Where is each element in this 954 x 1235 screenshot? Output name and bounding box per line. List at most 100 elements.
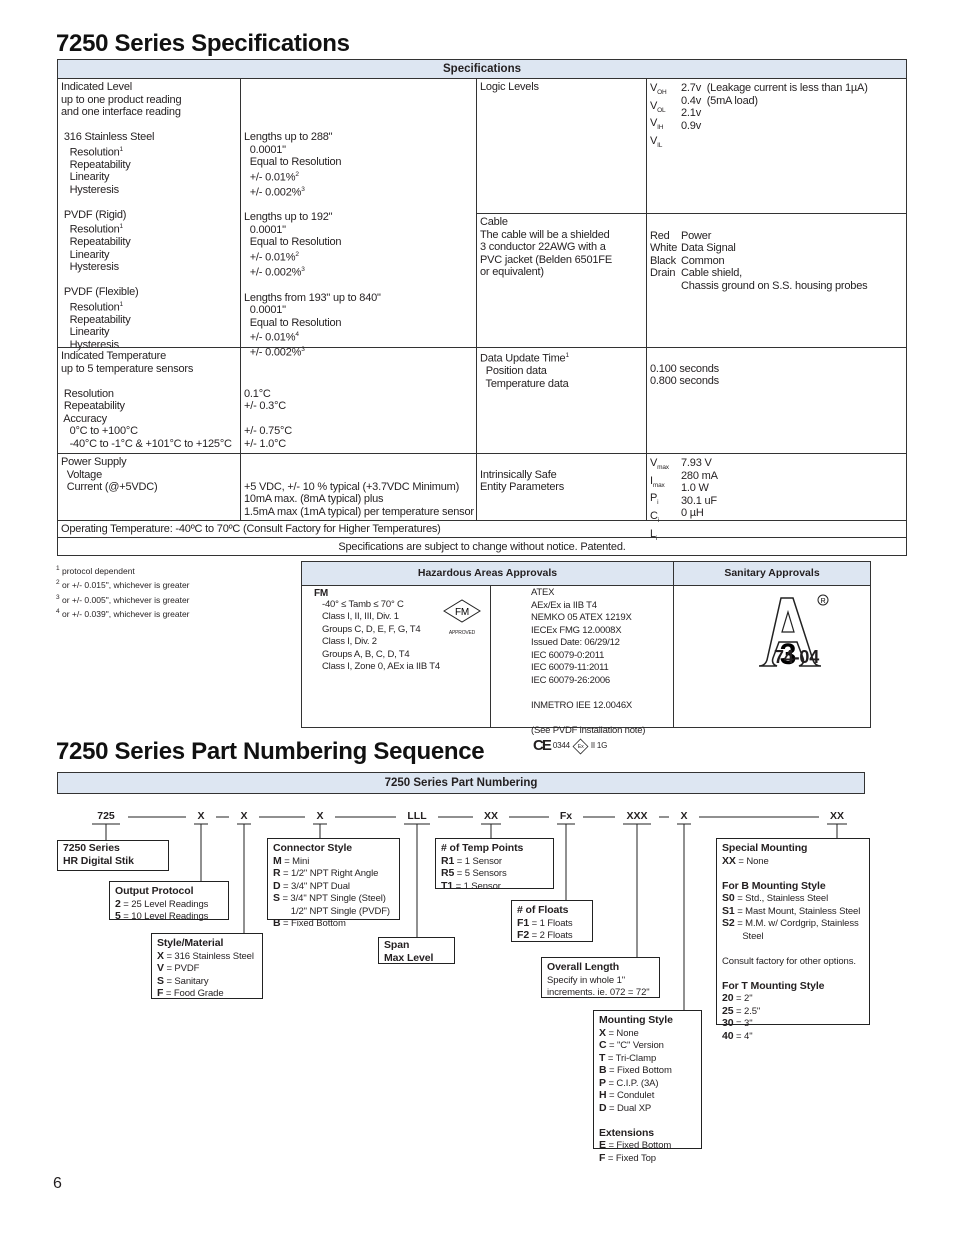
text-line: 2 = 25 Level Readings: [115, 898, 223, 912]
text-line: Steel: [722, 931, 864, 944]
text-line: Consult factory for other options.: [722, 956, 864, 969]
code-desc: = Food Grade: [163, 988, 224, 999]
code-segment: X: [680, 810, 688, 822]
text-line: 30 = 3": [722, 1018, 864, 1031]
text-line: B = Fixed Bottom: [599, 1065, 696, 1078]
text-line: X = None: [599, 1026, 696, 1041]
text-line: Connector Style: [273, 843, 394, 856]
code-desc: = 1 Sensor: [453, 880, 501, 892]
text-line: 40 = 4": [722, 1030, 864, 1044]
text-line: # of Temp Points: [441, 843, 548, 856]
code-segment: Fx: [559, 810, 573, 822]
box-overall-length: Overall Length Specify in whole 1" increme…: [541, 957, 660, 998]
box-connector-style: Connector Style M = Mini R = 1/2" NPT Righ…: [267, 838, 400, 929]
box-output-protocol: Output Protocol 2 = 25 Level Readings 5 = …: [109, 881, 229, 922]
text-line: C = "C" Version: [599, 1040, 696, 1053]
code-key: S0: [722, 892, 735, 904]
text-line: F = Fixed Top: [599, 1152, 696, 1166]
code-key: Overall Length: [547, 961, 620, 973]
code-key: Style/Material: [157, 937, 224, 949]
code-key: 25: [722, 1004, 734, 1017]
code-desc: = 2": [733, 993, 753, 1004]
code-desc: = Mini: [281, 855, 310, 867]
text-line: S = Sanitary: [157, 974, 257, 989]
code-desc: = 3/4" NPT Single (Steel): [279, 893, 386, 904]
code-desc: = None: [735, 855, 769, 867]
text-line: Style/Material: [157, 938, 257, 951]
code-key: Span: [384, 939, 410, 951]
text-line: [722, 943, 864, 956]
text-line: H = Condulet: [599, 1090, 696, 1103]
text-line: For B Mounting Style: [722, 880, 864, 894]
text-line: 1/2" NPT Single (PVDF): [273, 906, 394, 919]
code-segment: 725: [97, 810, 115, 822]
box-temp-points: # of Temp Points R1 = 1 Sensor R5 = 5 Sens…: [435, 838, 554, 892]
box-span: Span Max Level: [378, 937, 455, 964]
code-segment: XX: [829, 810, 845, 822]
code-key: P: [599, 1076, 606, 1089]
code-desc: Specify in whole 1": [547, 974, 626, 986]
text-line: Extensions: [599, 1127, 696, 1141]
code-desc: = 3/4" NPT Dual: [280, 880, 350, 892]
code-desc: = Fixed Top: [605, 1152, 656, 1164]
code-key: R5: [441, 867, 455, 879]
text-line: HR Digital Stik: [63, 854, 163, 869]
code-key: S: [157, 974, 164, 987]
code-desc: = 5 Sensors: [454, 868, 507, 879]
text-line: increments. ie. 072 = 72": [547, 987, 654, 1000]
code-key: # of Floats: [517, 904, 569, 916]
text-line: F2 = 2 Floats: [517, 930, 587, 943]
code-desc: = M.M. w/ Cordgrip, Stainless: [734, 918, 859, 929]
text-line: XX = None: [722, 855, 864, 869]
code-desc: = 1/2" NPT Right Angle: [280, 868, 379, 879]
code-key: HR Digital Stik: [63, 854, 134, 867]
text-line: X = 316 Stainless Steel: [157, 949, 257, 964]
code-desc: = Tri-Clamp: [605, 1052, 657, 1064]
code-segment: LLL: [407, 810, 427, 822]
box-special-mounting: Special Mounting XX = None For B Mounting …: [716, 838, 870, 1042]
code-key: For T Mounting Style: [722, 979, 825, 992]
part-number-connectors: [92, 816, 847, 1010]
code-key: # of Temp Points: [441, 842, 524, 854]
code-key: Max Level: [384, 951, 434, 964]
text-line: For T Mounting Style: [722, 979, 864, 994]
code-desc: increments. ie. 072 = 72": [547, 987, 650, 998]
code-desc: = Sanitary: [163, 975, 209, 987]
code-key: S: [273, 892, 280, 904]
code-desc: = 2 Floats: [529, 930, 573, 941]
code-segment: X: [240, 810, 248, 822]
text-line: R = 1/2" NPT Right Angle: [273, 868, 394, 881]
page-number: 6: [53, 1175, 62, 1192]
code-desc: = Std., Stainless Steel: [734, 893, 829, 904]
code-desc: = None: [605, 1027, 639, 1039]
code-key: X: [157, 949, 164, 962]
text-line: D = Dual XP: [599, 1102, 696, 1116]
code-desc: = Fixed Bottom: [606, 1065, 672, 1076]
text-line: Mounting Style: [599, 1015, 696, 1028]
text-line: F = Food Grade: [157, 988, 257, 1001]
text-line: S2 = M.M. w/ Cordgrip, Stainless: [722, 918, 864, 931]
code-key: Special Mounting: [722, 842, 808, 854]
code-key: 7250 Series: [63, 842, 120, 854]
code-desc: = 25 Level Readings: [120, 898, 209, 910]
code-segment: X: [197, 810, 205, 822]
text-line: E = Fixed Bottom: [599, 1140, 696, 1153]
code-desc: = 1 Sensor: [454, 855, 502, 867]
text-line: D = 3/4" NPT Dual: [273, 880, 394, 894]
text-line: B = Fixed Bottom: [273, 918, 394, 931]
text-line: Special Mounting: [722, 843, 864, 856]
code-segment: X: [316, 810, 324, 822]
code-segment: XX: [483, 810, 499, 822]
text-line: T1 = 1 Sensor: [441, 880, 548, 894]
code-desc: = 2.5": [733, 1005, 761, 1017]
text-line: 20 = 2": [722, 993, 864, 1006]
text-line: 25 = 2.5": [722, 1004, 864, 1019]
code-key: X: [599, 1026, 606, 1039]
text-line: P = C.I.P. (3A): [599, 1076, 696, 1091]
text-line: S1 = Mast Mount, Stainless Steel: [722, 905, 864, 919]
box-mounting-style: Mounting Style X = None C = "C" Version T =…: [593, 1010, 702, 1164]
code-key: Connector Style: [273, 842, 353, 854]
code-key: F2: [517, 929, 530, 941]
code-key: Output Protocol: [115, 885, 194, 897]
box-style-material: Style/Material X = 316 Stainless Steel V =…: [151, 933, 263, 999]
